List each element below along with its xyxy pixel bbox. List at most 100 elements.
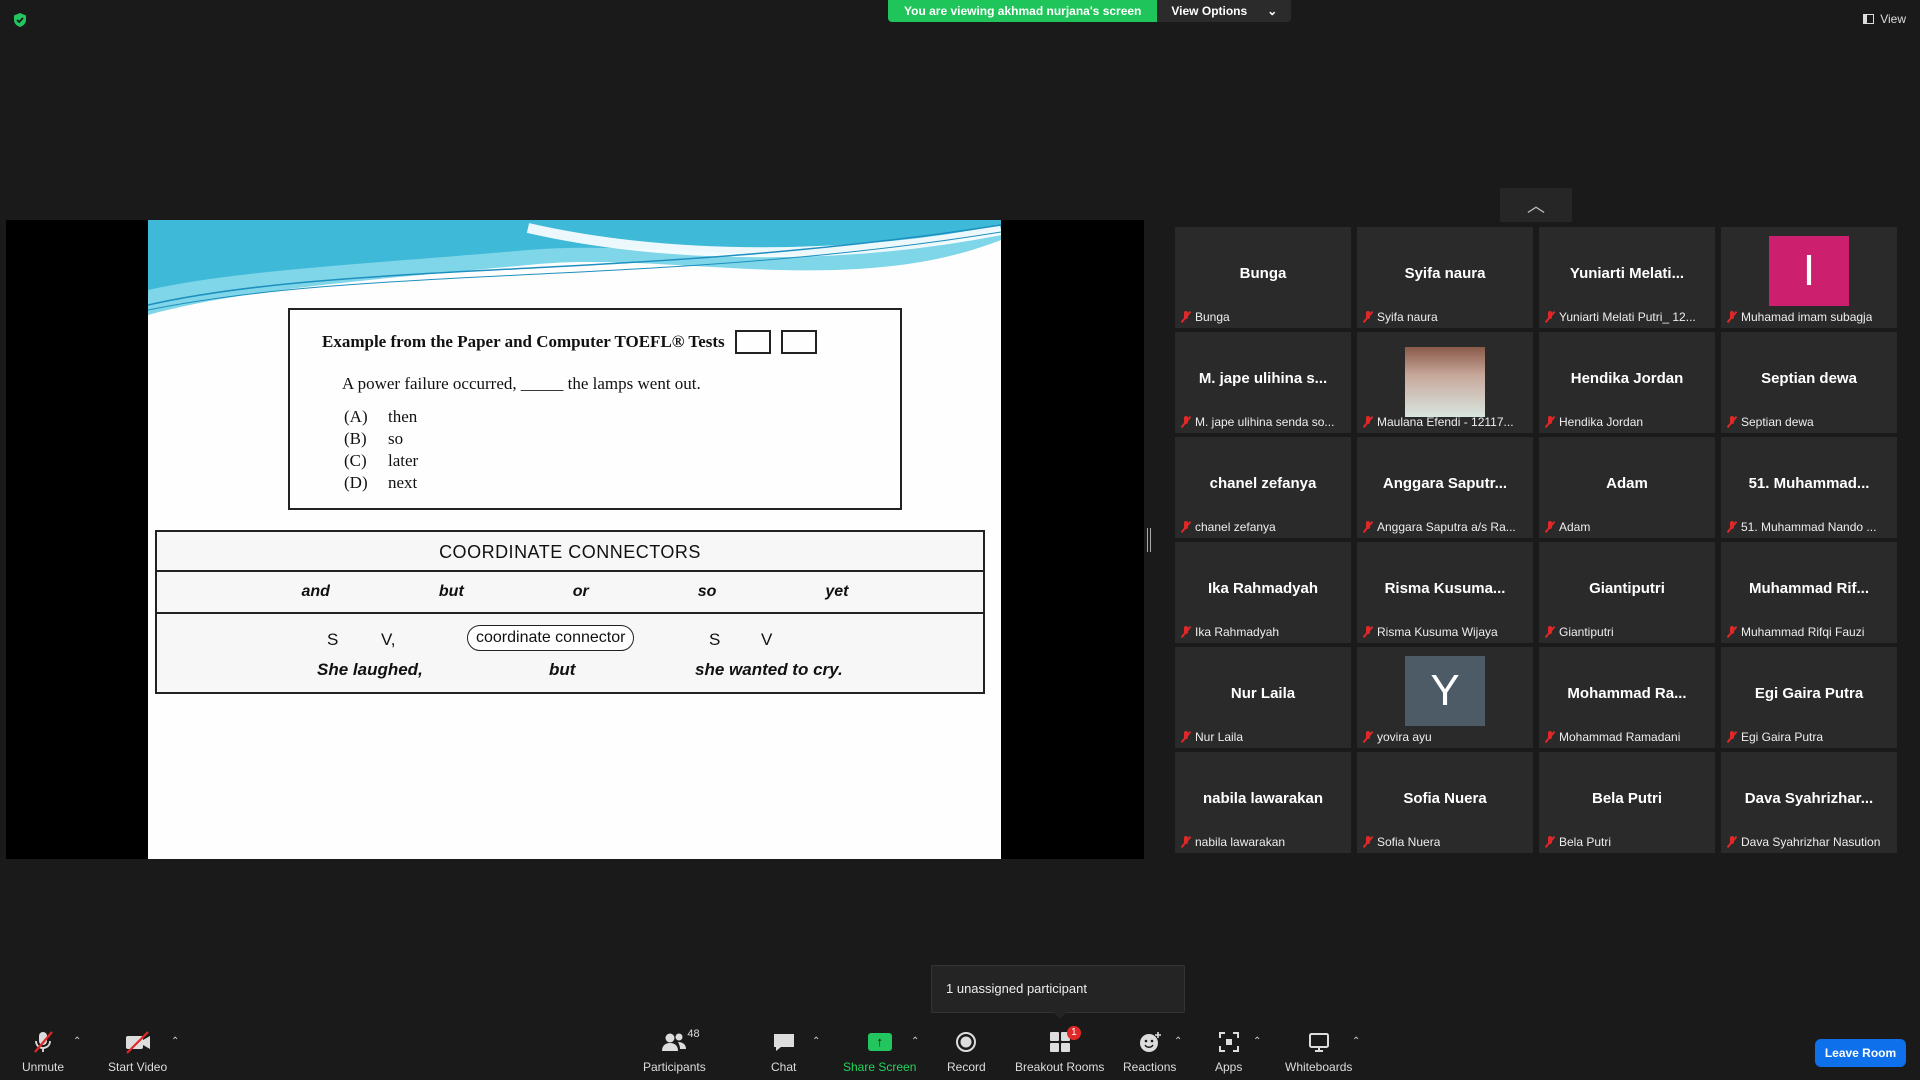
mic-muted-icon: [1545, 836, 1555, 848]
participant-display-name: Egi Gaira Putra: [1754, 685, 1864, 702]
participant-tile[interactable]: Adam Adam: [1539, 437, 1715, 538]
participant-tile[interactable]: Risma Kusuma... Risma Kusuma Wijaya: [1357, 542, 1533, 643]
participant-name-label: Syifa naura: [1363, 310, 1438, 324]
participant-display-name: Anggara Saputr...: [1382, 475, 1508, 492]
record-label: Record: [947, 1060, 986, 1074]
apps-options-caret-icon[interactable]: ⌃: [1253, 1036, 1261, 1047]
participant-display-name: Muhammad Rif...: [1748, 580, 1869, 597]
chat-icon: [772, 1030, 796, 1054]
participant-name-text: Muhammad Rifqi Fauzi: [1741, 625, 1865, 639]
participant-tile[interactable]: chanel zefanya chanel zefanya: [1175, 437, 1351, 538]
option-d: (D) next: [344, 473, 418, 492]
view-options-label: View Options: [1171, 4, 1248, 18]
participant-name-label: Risma Kusuma Wijaya: [1363, 625, 1498, 639]
connector-so: so: [697, 583, 717, 600]
video-options-caret-icon[interactable]: ⌃: [171, 1036, 179, 1047]
participant-tile[interactable]: Maulana Efendi - 12117...: [1357, 332, 1533, 433]
participant-tile[interactable]: Yyovira ayu: [1357, 647, 1533, 748]
share-screen-label: Share Screen: [843, 1060, 917, 1074]
slide-wave-decoration: [148, 220, 1001, 315]
connector-and: and: [301, 583, 330, 600]
chat-options-caret-icon[interactable]: ⌃: [812, 1036, 820, 1047]
participants-label: Participants: [643, 1060, 706, 1074]
apps-button[interactable]: Apps: [1215, 1030, 1242, 1074]
breakout-rooms-label: Breakout Rooms: [1015, 1060, 1105, 1074]
participant-tile[interactable]: Septian dewa Septian dewa: [1721, 332, 1897, 433]
participant-name-label: Muhammad Rifqi Fauzi: [1727, 625, 1864, 639]
participant-tile[interactable]: Dava Syahrizhar... Dava Syahrizhar Nasuti…: [1721, 752, 1897, 853]
view-button[interactable]: View: [1863, 12, 1906, 26]
gallery-scroll-up-button[interactable]: ︿: [1500, 188, 1572, 222]
book-icon: [734, 330, 771, 354]
participant-name-text: Anggara Saputra a/s Ra...: [1377, 520, 1516, 534]
presentation-slide: Example from the Paper and Computer TOEF…: [148, 220, 1001, 859]
resize-splitter[interactable]: [1147, 528, 1151, 552]
participant-name-label: Dava Syahrizhar Nasution: [1727, 835, 1880, 849]
record-button[interactable]: Record: [947, 1030, 986, 1074]
security-shield-icon[interactable]: [12, 12, 28, 28]
participant-name-text: Septian dewa: [1741, 415, 1814, 429]
unmute-label: Unmute: [22, 1060, 65, 1074]
participant-tile[interactable]: I Muhamad imam subagja: [1721, 227, 1897, 328]
participant-display-name: Ika Rahmadyah: [1207, 580, 1319, 597]
apps-label: Apps: [1215, 1060, 1243, 1074]
mic-muted-icon: [1545, 311, 1555, 323]
participant-tile[interactable]: Giantiputri Giantiputri: [1539, 542, 1715, 643]
connector-yet: yet: [825, 583, 849, 600]
formula-connector: coordinate connector: [467, 625, 635, 651]
coordinate-connectors-table: COORDINATE CONNECTORS and but or so yet …: [155, 530, 985, 694]
whiteboards-options-caret-icon[interactable]: ⌃: [1352, 1036, 1360, 1047]
mic-muted-icon: [1727, 731, 1737, 743]
view-options-button[interactable]: View Options ⌄: [1157, 0, 1292, 22]
participant-tile[interactable]: Yuniarti Melati... Yuniarti Melati Putri_…: [1539, 227, 1715, 328]
mic-muted-icon: [31, 1030, 55, 1054]
unmute-button[interactable]: Unmute: [22, 1030, 64, 1074]
apps-icon: [1218, 1030, 1240, 1054]
participant-name-label: Mohammad Ramadani: [1545, 730, 1680, 744]
unassigned-participant-tooltip[interactable]: 1 unassigned participant: [931, 965, 1185, 1019]
leave-room-button[interactable]: Leave Room: [1815, 1039, 1906, 1067]
participant-name-label: Egi Gaira Putra: [1727, 730, 1823, 744]
share-screen-button[interactable]: ↑ Share Screen: [843, 1030, 916, 1074]
participants-count: 48: [687, 1028, 700, 1040]
participant-name-label: Yuniarti Melati Putri_ 12...: [1545, 310, 1696, 324]
view-label: View: [1880, 12, 1906, 26]
participant-tile[interactable]: Syifa naura Syifa naura: [1357, 227, 1533, 328]
chevron-down-icon: ⌄: [1267, 4, 1278, 18]
participant-tile[interactable]: 51. Muhammad... 51. Muhammad Nando ...: [1721, 437, 1897, 538]
participant-tile[interactable]: Ika Rahmadyah Ika Rahmadyah: [1175, 542, 1351, 643]
participant-tile[interactable]: Mohammad Ra... Mohammad Ramadani: [1539, 647, 1715, 748]
participant-tile[interactable]: Egi Gaira Putra Egi Gaira Putra: [1721, 647, 1897, 748]
viewing-banner: You are viewing akhmad nurjana's screen …: [888, 0, 1292, 22]
mic-muted-icon: [1363, 836, 1373, 848]
start-video-button[interactable]: Start Video: [108, 1030, 167, 1074]
example-part-1: She laughed,: [317, 660, 423, 679]
participant-name-text: Muhamad imam subagja: [1741, 310, 1873, 324]
participant-tile[interactable]: Hendika Jordan Hendika Jordan: [1539, 332, 1715, 433]
share-options-caret-icon[interactable]: ⌃: [911, 1036, 919, 1047]
participant-tile[interactable]: M. jape ulihina s... M. jape ulihina send…: [1175, 332, 1351, 433]
breakout-rooms-button[interactable]: 1 Breakout Rooms: [1015, 1026, 1105, 1074]
participant-tile[interactable]: Muhammad Rif... Muhammad Rifqi Fauzi: [1721, 542, 1897, 643]
reactions-options-caret-icon[interactable]: ⌃: [1174, 1036, 1182, 1047]
participant-name-text: Hendika Jordan: [1559, 415, 1644, 429]
participant-display-name: Hendika Jordan: [1570, 370, 1684, 387]
participant-name-text: Bela Putri: [1559, 835, 1612, 849]
example-part-3: she wanted to cry.: [695, 660, 843, 679]
mic-muted-icon: [1545, 416, 1555, 428]
participant-tile[interactable]: Nur Laila Nur Laila: [1175, 647, 1351, 748]
participant-tile[interactable]: Sofia Nuera Sofia Nuera: [1357, 752, 1533, 853]
whiteboards-button[interactable]: Whiteboards: [1285, 1030, 1352, 1074]
participant-tile[interactable]: Bela Putri Bela Putri: [1539, 752, 1715, 853]
reactions-button[interactable]: Reactions: [1123, 1030, 1176, 1074]
audio-options-caret-icon[interactable]: ⌃: [73, 1036, 81, 1047]
participant-display-name: chanel zefanya: [1209, 475, 1317, 492]
participant-tile[interactable]: Anggara Saputr... Anggara Saputra a/s Ra.…: [1357, 437, 1533, 538]
participants-button[interactable]: 48 Participants: [643, 1028, 706, 1074]
chat-button[interactable]: Chat: [771, 1030, 796, 1074]
participant-tile[interactable]: nabila lawarakan nabila lawarakan: [1175, 752, 1351, 853]
participant-tile[interactable]: Bunga Bunga: [1175, 227, 1351, 328]
participant-video-thumbnail: [1405, 347, 1485, 417]
participant-name-text: Yuniarti Melati Putri_ 12...: [1559, 310, 1696, 324]
mic-muted-icon: [1727, 521, 1737, 533]
